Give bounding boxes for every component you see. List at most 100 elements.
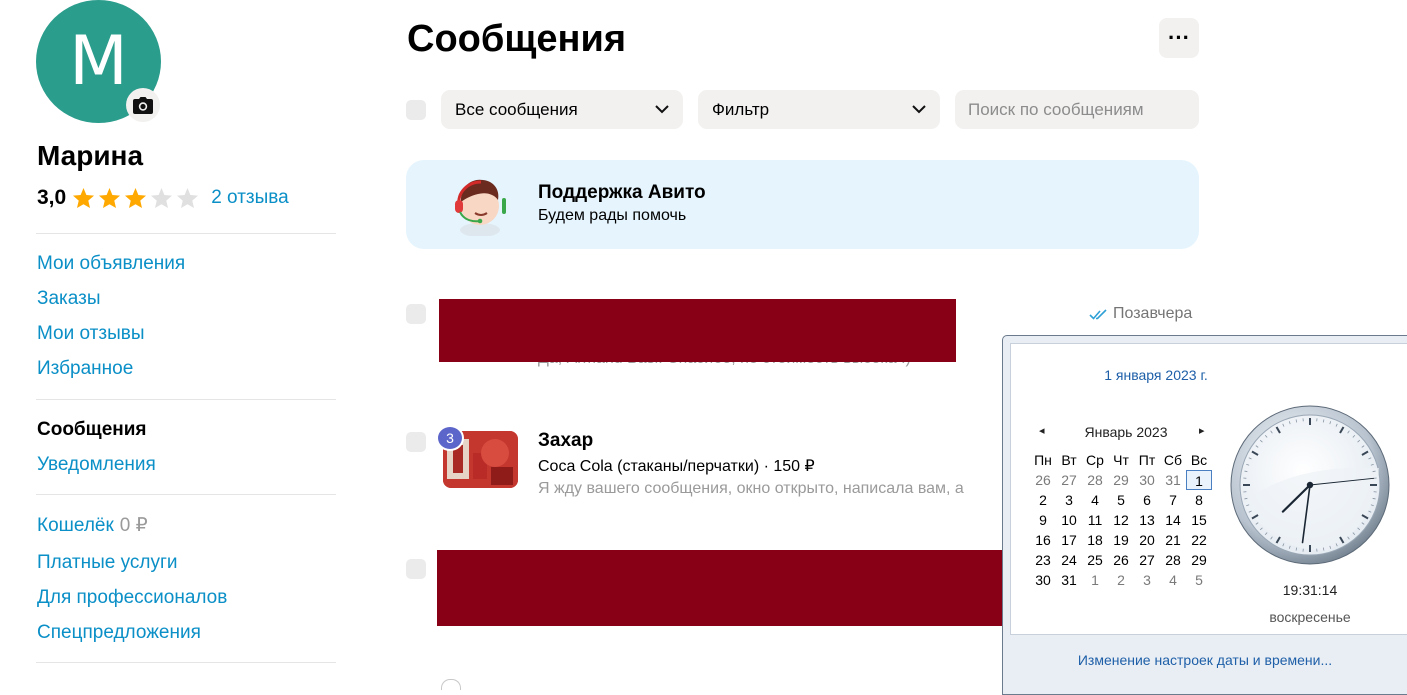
calendar-day[interactable]: 1	[1082, 570, 1108, 590]
message-checkbox[interactable]	[406, 304, 426, 324]
message-time-text: Позавчера	[1113, 305, 1192, 323]
messages-type-select[interactable]: Все сообщения	[441, 90, 683, 129]
calendar-month-title[interactable]: Январь 2023	[1081, 424, 1171, 440]
calendar-day[interactable]: 14	[1160, 510, 1186, 530]
sidebar-item-favorites[interactable]: Избранное	[37, 357, 133, 381]
wallet-label: Кошелёк	[37, 515, 114, 536]
message-checkbox[interactable]	[406, 559, 426, 579]
calendar-day[interactable]: 29	[1186, 550, 1212, 570]
calendar-day[interactable]: 2	[1108, 570, 1134, 590]
calendar-day-today[interactable]: 1	[1186, 470, 1212, 490]
sidebar-divider	[36, 399, 336, 400]
unread-count-badge: 3	[436, 425, 464, 451]
rating-value: 3,0	[37, 186, 66, 210]
calendar-day[interactable]: 5	[1108, 490, 1134, 510]
sidebar-item-paid-services[interactable]: Платные услуги	[37, 551, 178, 575]
calendar-day[interactable]: 26	[1030, 470, 1056, 490]
flyout-panel: 1 января 2023 г. ◂ Январь 2023 ▸ ПнВтСрЧ…	[1010, 343, 1407, 635]
sidebar-item-wallet[interactable]: Кошелёк 0 ₽	[37, 514, 148, 538]
wallet-amount: 0 ₽	[120, 515, 148, 536]
redaction-block	[437, 550, 1003, 626]
date-time-flyout: 1 января 2023 г. ◂ Январь 2023 ▸ ПнВтСрЧ…	[1002, 335, 1407, 695]
support-agent-icon	[450, 172, 514, 236]
star-empty-icon	[176, 187, 199, 209]
calendar-day[interactable]: 23	[1030, 550, 1056, 570]
calendar-day[interactable]: 8	[1186, 490, 1212, 510]
calendar-day[interactable]: 20	[1134, 530, 1160, 550]
calendar-day[interactable]: 28	[1160, 550, 1186, 570]
calendar-day[interactable]: 2	[1030, 490, 1056, 510]
calendar-day[interactable]: 27	[1056, 470, 1082, 490]
calendar-day[interactable]: 29	[1108, 470, 1134, 490]
calendar-day[interactable]: 3	[1134, 570, 1160, 590]
sidebar-item-orders[interactable]: Заказы	[37, 287, 101, 311]
support-title: Поддержка Авито	[538, 182, 706, 204]
star-filled-icon	[72, 187, 95, 209]
sidebar-item-notifications[interactable]: Уведомления	[37, 453, 156, 477]
more-options-button[interactable]: ···	[1159, 18, 1199, 58]
calendar-day[interactable]: 17	[1056, 530, 1082, 550]
calendar-day[interactable]: 31	[1056, 570, 1082, 590]
sidebar-item-for-professionals[interactable]: Для профессионалов	[37, 586, 227, 610]
sidebar-item-my-reviews[interactable]: Мои отзывы	[37, 322, 144, 346]
calendar-day[interactable]: 16	[1030, 530, 1056, 550]
calendar-day[interactable]: 30	[1134, 470, 1160, 490]
calendar-prev-button[interactable]: ◂	[1039, 424, 1045, 437]
rating-stars	[72, 187, 202, 209]
chat-contact-name[interactable]: Захар	[538, 430, 593, 452]
avatar-initial: M	[69, 22, 128, 101]
calendar-day[interactable]: 31	[1160, 470, 1186, 490]
chat-item-title: Coca Cola (стаканы/перчатки) · 150 ₽	[538, 456, 815, 476]
select-all-checkbox[interactable]	[406, 100, 426, 120]
sidebar-item-my-listings[interactable]: Мои объявления	[37, 252, 185, 276]
search-input[interactable]: Поиск по сообщениям	[955, 90, 1199, 129]
calendar-day[interactable]: 25	[1082, 550, 1108, 570]
digital-time: 19:31:14	[1229, 582, 1391, 598]
calendar-weekday-header: Вт	[1056, 450, 1082, 470]
chevron-down-icon	[912, 105, 926, 114]
message-preview: Я жду вашего сообщения, окно открыто, на…	[538, 480, 964, 498]
calendar-day[interactable]: 7	[1160, 490, 1186, 510]
calendar-day[interactable]: 6	[1134, 490, 1160, 510]
calendar-next-button[interactable]: ▸	[1199, 424, 1205, 437]
page-title: Сообщения	[407, 18, 626, 61]
calendar-day[interactable]: 22	[1186, 530, 1212, 550]
calendar-day[interactable]: 12	[1108, 510, 1134, 530]
analog-clock	[1229, 404, 1391, 566]
calendar-day[interactable]: 24	[1056, 550, 1082, 570]
change-date-time-settings-link[interactable]: Изменение настроек даты и времени...	[1010, 652, 1400, 668]
calendar-day[interactable]: 18	[1082, 530, 1108, 550]
calendar-weekday-header: Пт	[1134, 450, 1160, 470]
calendar-day[interactable]: 11	[1082, 510, 1108, 530]
calendar-day[interactable]: 3	[1056, 490, 1082, 510]
calendar-day[interactable]: 4	[1160, 570, 1186, 590]
weekday-label: воскресенье	[1229, 609, 1391, 625]
search-placeholder: Поиск по сообщениям	[968, 100, 1144, 120]
filter-select[interactable]: Фильтр	[698, 90, 940, 129]
message-checkbox[interactable]	[406, 432, 426, 452]
sidebar-item-messages[interactable]: Сообщения	[37, 418, 147, 442]
calendar-day[interactable]: 5	[1186, 570, 1212, 590]
change-photo-button[interactable]	[126, 88, 160, 122]
calendar-day[interactable]: 19	[1108, 530, 1134, 550]
calendar-day[interactable]: 10	[1056, 510, 1082, 530]
support-chat[interactable]: Поддержка Авито Будем рады помочь	[406, 160, 1199, 249]
filter-value: Фильтр	[712, 100, 769, 120]
long-date-link[interactable]: 1 января 2023 г.	[1011, 367, 1301, 383]
calendar-day[interactable]: 27	[1134, 550, 1160, 570]
calendar-day[interactable]: 26	[1108, 550, 1134, 570]
calendar-day[interactable]: 4	[1082, 490, 1108, 510]
calendar-day[interactable]: 30	[1030, 570, 1056, 590]
calendar-day[interactable]: 9	[1030, 510, 1056, 530]
calendar-weekday-header: Ср	[1082, 450, 1108, 470]
calendar-day[interactable]: 21	[1160, 530, 1186, 550]
calendar-weekday-header: Сб	[1160, 450, 1186, 470]
chevron-down-icon	[655, 105, 669, 114]
calendar-day[interactable]: 28	[1082, 470, 1108, 490]
redaction-block	[439, 299, 956, 362]
calendar-day[interactable]: 13	[1134, 510, 1160, 530]
calendar-weekday-header: Вс	[1186, 450, 1212, 470]
sidebar-item-special-offers[interactable]: Спецпредложения	[37, 621, 201, 645]
reviews-link[interactable]: 2 отзыва	[211, 187, 289, 209]
calendar-day[interactable]: 15	[1186, 510, 1212, 530]
